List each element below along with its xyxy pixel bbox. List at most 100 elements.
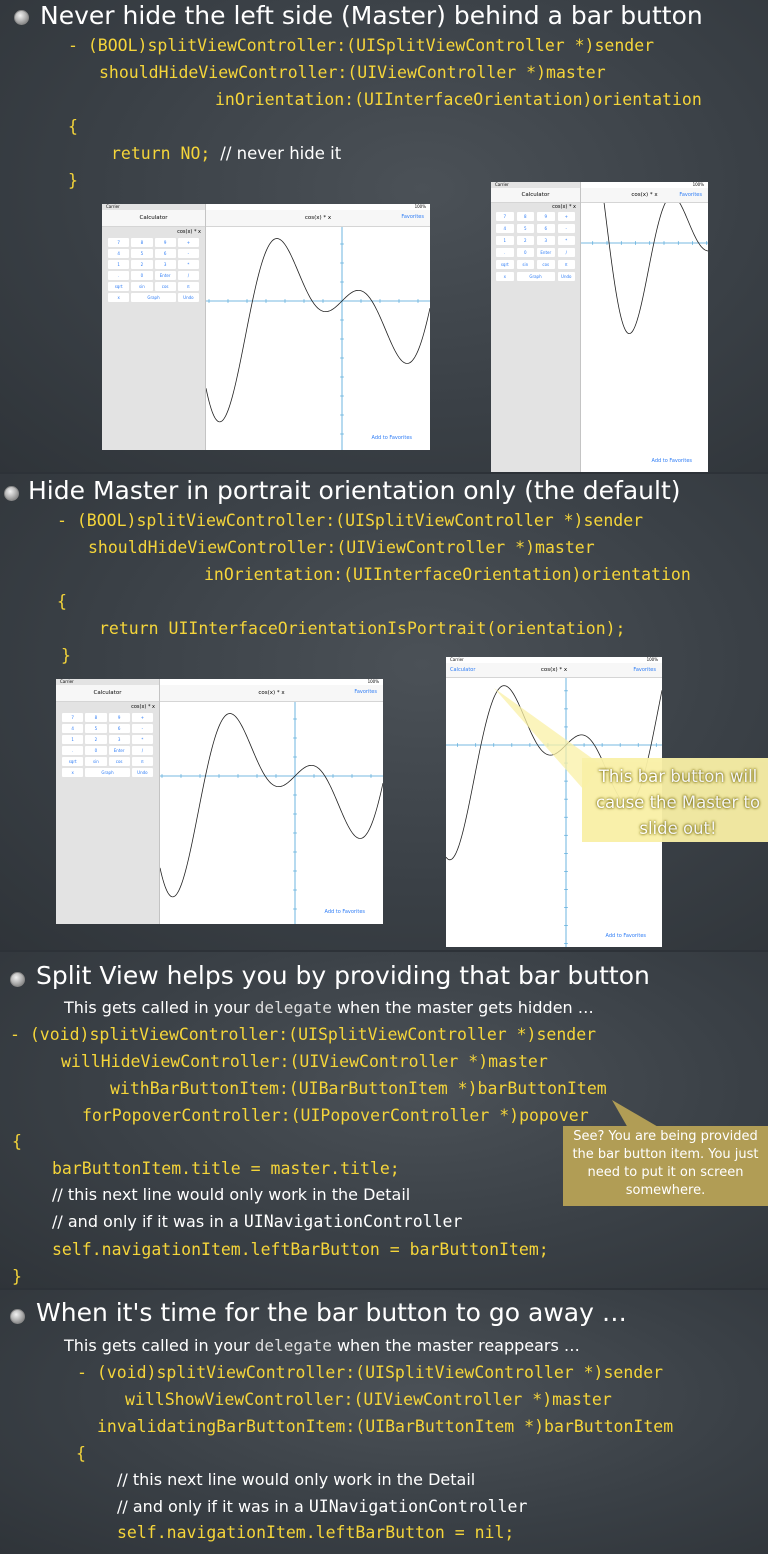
key-2[interactable]: 2 <box>131 260 153 269</box>
key-x[interactable]: x <box>108 293 130 302</box>
key-sin[interactable]: sin <box>85 757 107 766</box>
key-minus[interactable]: - <box>557 224 575 233</box>
key-divide[interactable]: / <box>557 248 575 257</box>
key-6[interactable]: 6 <box>154 249 176 258</box>
code-line: { <box>12 1132 22 1151</box>
key-9[interactable]: 9 <box>154 238 176 247</box>
code-line: { <box>76 1444 86 1463</box>
key-sqrt[interactable]: sqrt <box>496 260 514 269</box>
add-to-favorites-button[interactable]: Add to Favorites <box>652 458 692 464</box>
key-times[interactable]: * <box>131 735 153 744</box>
key-8[interactable]: 8 <box>131 238 153 247</box>
code-line: inOrientation:(UIInterfaceOrientation)or… <box>215 90 702 109</box>
detail-title: cos(x) * x <box>304 215 332 221</box>
key-pi[interactable]: π <box>131 757 153 766</box>
code-line: return NO; // never hide it <box>111 145 341 163</box>
key-minus[interactable]: - <box>131 724 153 733</box>
key-3[interactable]: 3 <box>108 735 130 744</box>
key-0[interactable]: 0 <box>85 746 107 755</box>
key-6[interactable]: 6 <box>537 224 555 233</box>
key-7[interactable]: 7 <box>496 212 514 221</box>
calc-display: cos(x) * x <box>131 704 155 710</box>
code-line: - (BOOL)splitViewController:(UISplitView… <box>57 511 644 530</box>
key-graph[interactable]: Graph <box>85 768 130 777</box>
key-pi[interactable]: π <box>557 260 575 269</box>
key-enter[interactable]: Enter <box>154 271 176 280</box>
code-line: willShowViewController:(UIViewController… <box>125 1390 612 1409</box>
detail-navbar: cos(x) * x <box>206 210 430 227</box>
key-cos[interactable]: cos <box>154 282 176 291</box>
key-divide[interactable]: / <box>177 271 199 280</box>
key-sqrt[interactable]: sqrt <box>62 757 84 766</box>
key-2[interactable]: 2 <box>85 735 107 744</box>
key-times[interactable]: * <box>557 236 575 245</box>
key-cos[interactable]: cos <box>108 757 130 766</box>
key-0[interactable]: 0 <box>131 271 153 280</box>
key-1[interactable]: 1 <box>496 236 514 245</box>
favorites-button[interactable]: Favorites <box>354 689 377 695</box>
key-4[interactable]: 4 <box>108 249 130 258</box>
key-undo[interactable]: Undo <box>177 293 199 302</box>
key-cos[interactable]: cos <box>537 260 555 269</box>
key-enter[interactable]: Enter <box>537 248 555 257</box>
key-7[interactable]: 7 <box>108 238 130 247</box>
favorites-button[interactable]: Favorites <box>401 214 424 220</box>
master-bar-button[interactable]: Calculator <box>450 667 475 673</box>
key-4[interactable]: 4 <box>62 724 84 733</box>
key-dot[interactable]: . <box>108 271 130 280</box>
detail-pane: 100% cos(x) * x Favorites Add to Favorit… <box>160 679 383 924</box>
key-minus[interactable]: - <box>177 249 199 258</box>
key-undo[interactable]: Undo <box>557 272 575 281</box>
key-graph[interactable]: Graph <box>516 272 555 281</box>
key-9[interactable]: 9 <box>108 713 130 722</box>
key-plus[interactable]: + <box>131 713 153 722</box>
comment-text: // and only if it was in a <box>52 1212 244 1231</box>
key-9[interactable]: 9 <box>537 212 555 221</box>
key-1[interactable]: 1 <box>108 260 130 269</box>
slide-title: Never hide the left side (Master) behind… <box>40 1 703 30</box>
favorites-button[interactable]: Favorites <box>633 667 656 673</box>
detail-navbar: cos(x) * x <box>160 685 383 702</box>
code-line: withBarButtonItem:(UIBarButtonItem *)bar… <box>110 1079 607 1098</box>
key-5[interactable]: 5 <box>85 724 107 733</box>
key-x[interactable]: x <box>496 272 514 281</box>
key-graph[interactable]: Graph <box>131 293 176 302</box>
key-sin[interactable]: sin <box>131 282 153 291</box>
key-3[interactable]: 3 <box>154 260 176 269</box>
key-pi[interactable]: π <box>177 282 199 291</box>
favorites-button[interactable]: Favorites <box>679 192 702 198</box>
key-x[interactable]: x <box>62 768 84 777</box>
comment-class: UINavigationController <box>243 1212 463 1231</box>
add-to-favorites-button[interactable]: Add to Favorites <box>606 933 646 939</box>
key-7[interactable]: 7 <box>62 713 84 722</box>
slide-bar-button-go-away: When it's time for the bar button to go … <box>0 1290 768 1554</box>
key-8[interactable]: 8 <box>516 212 534 221</box>
key-4[interactable]: 4 <box>496 224 514 233</box>
key-sqrt[interactable]: sqrt <box>108 282 130 291</box>
master-pane: Carrier Calculator cos(x) * x 7 8 9 + 4 … <box>491 182 581 472</box>
key-plus[interactable]: + <box>557 212 575 221</box>
key-2[interactable]: 2 <box>516 236 534 245</box>
key-5[interactable]: 5 <box>131 249 153 258</box>
key-dot[interactable]: . <box>62 746 84 755</box>
key-undo[interactable]: Undo <box>131 768 153 777</box>
key-dot[interactable]: . <box>496 248 514 257</box>
code-line: shouldHideViewController:(UIViewControll… <box>88 538 595 557</box>
key-plus[interactable]: + <box>177 238 199 247</box>
key-times[interactable]: * <box>177 260 199 269</box>
key-sin[interactable]: sin <box>516 260 534 269</box>
code-line: { <box>68 117 78 136</box>
key-1[interactable]: 1 <box>62 735 84 744</box>
key-6[interactable]: 6 <box>108 724 130 733</box>
key-5[interactable]: 5 <box>516 224 534 233</box>
key-0[interactable]: 0 <box>516 248 534 257</box>
add-to-favorites-button[interactable]: Add to Favorites <box>325 909 365 915</box>
graph-view <box>160 702 383 924</box>
slide-split-view-bar-button: Split View helps you by providing that b… <box>0 952 768 1288</box>
key-8[interactable]: 8 <box>85 713 107 722</box>
key-divide[interactable]: / <box>131 746 153 755</box>
add-to-favorites-button[interactable]: Add to Favorites <box>372 435 412 441</box>
subtitle-text: This gets called in your <box>64 998 255 1017</box>
key-3[interactable]: 3 <box>537 236 555 245</box>
key-enter[interactable]: Enter <box>108 746 130 755</box>
